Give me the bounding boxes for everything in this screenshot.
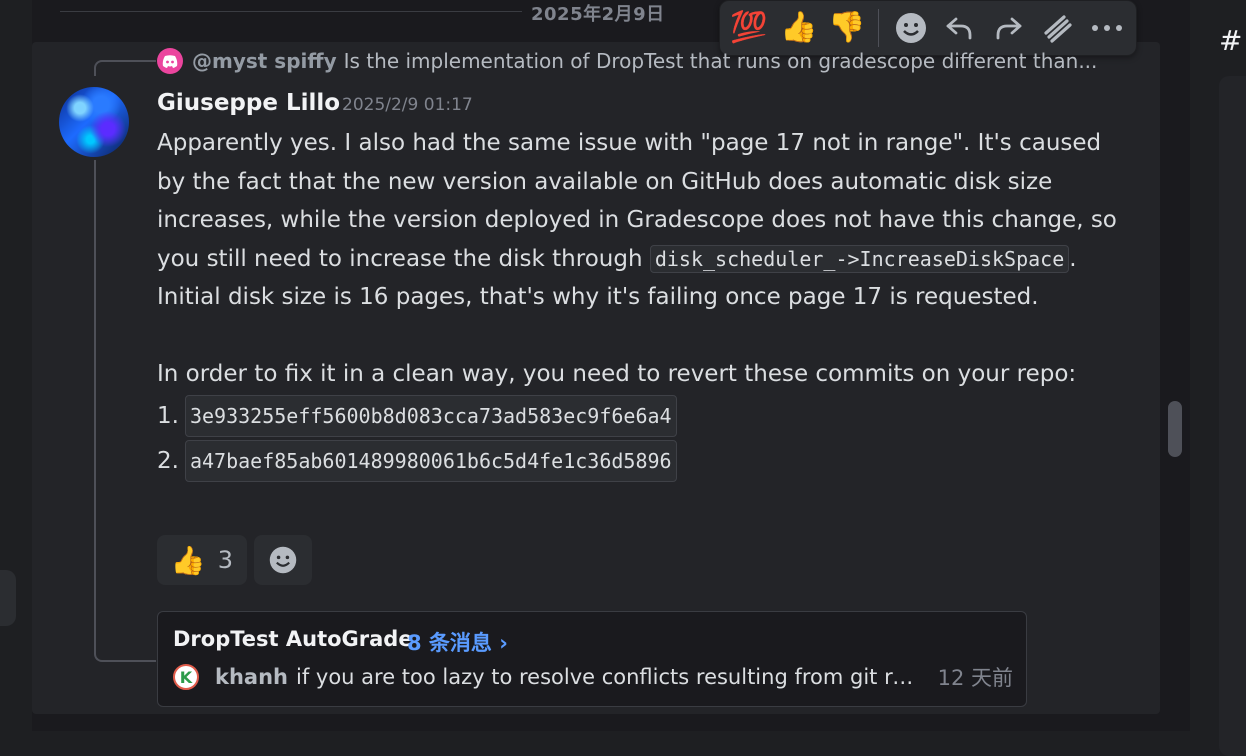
message-author[interactable]: Giuseppe Lillo (157, 90, 340, 116)
thread-author-avatar: K (173, 664, 199, 690)
date-divider-line-left (60, 11, 522, 12)
left-panel-tab[interactable] (0, 570, 16, 626)
add-reaction-icon (269, 546, 297, 574)
create-thread-icon[interactable] (1036, 5, 1082, 51)
thread-last-text: if you are too lazy to resolve conflicts… (296, 665, 924, 689)
discord-icon (157, 48, 183, 74)
list-number: 2. (157, 447, 179, 474)
list-number: 1. (157, 402, 179, 429)
message-paragraph-2: In order to fix it in a clean way, you n… (157, 361, 1077, 387)
reaction-count: 3 (217, 546, 234, 574)
channel-hash-icon: # (1219, 24, 1243, 57)
forward-icon[interactable] (986, 5, 1032, 51)
commit-hash: 3e933255eff5600b8d083cca73ad583ec9f6e6a4 (184, 394, 677, 438)
thread-last-time: 12 天前 (937, 666, 1013, 690)
date-divider: 2025年2月9日 (531, 4, 665, 25)
thumbsup-icon: 👍 (170, 543, 206, 577)
right-panel-card (1219, 76, 1246, 756)
more-icon[interactable] (1084, 5, 1130, 51)
thread-last-author: khanh (215, 665, 288, 689)
thread-title[interactable]: DropTest AutoGrade (173, 627, 413, 651)
add-reaction-icon[interactable] (888, 5, 934, 51)
inline-code: disk_scheduler_->IncreaseDiskSpace (649, 244, 1070, 273)
reaction-thumbsdown-button[interactable]: 👎 (824, 5, 870, 51)
thread-last-message[interactable]: K khanh if you are too lazy to resolve c… (173, 662, 1013, 692)
thread-message-count[interactable]: 8 条消息 › (407, 627, 508, 657)
message-paragraph-1: Apparently yes. I also had the same issu… (157, 124, 1117, 317)
add-reaction-button[interactable] (254, 535, 312, 585)
reaction-100-button[interactable]: 💯 (726, 5, 772, 51)
list-item: 2. a47baef85ab601489980061b6c5d4fe1c36d5… (157, 439, 1117, 484)
reply-mention[interactable]: @myst spiffy (192, 49, 337, 73)
reply-icon[interactable] (936, 5, 982, 51)
reply-spine (94, 60, 156, 76)
avatar[interactable] (59, 87, 129, 157)
reply-preview-text[interactable]: Is the implementation of DropTest that r… (344, 49, 1098, 73)
message-body: Apparently yes. I also had the same issu… (157, 124, 1117, 484)
reaction-thumbsup-button[interactable]: 👍 (776, 5, 822, 51)
thread-spine (94, 160, 156, 662)
reply-reference[interactable]: @myst spiffy Is the implementation of Dr… (157, 46, 1117, 76)
message-timestamp: 2025/2/9 01:17 (342, 95, 473, 115)
reaction-thumbsup[interactable]: 👍 3 (157, 535, 247, 585)
scrollbar-thumb[interactable] (1168, 401, 1182, 457)
toolbar-separator (878, 9, 879, 47)
commit-hash: a47baef85ab601489980061b6c5d4fe1c36d5896 (184, 439, 677, 483)
list-item: 1. 3e933255eff5600b8d083cca73ad583ec9f6e… (157, 394, 1117, 439)
thread-card[interactable]: DropTest AutoGrade 8 条消息 › K khanh if yo… (157, 611, 1027, 707)
